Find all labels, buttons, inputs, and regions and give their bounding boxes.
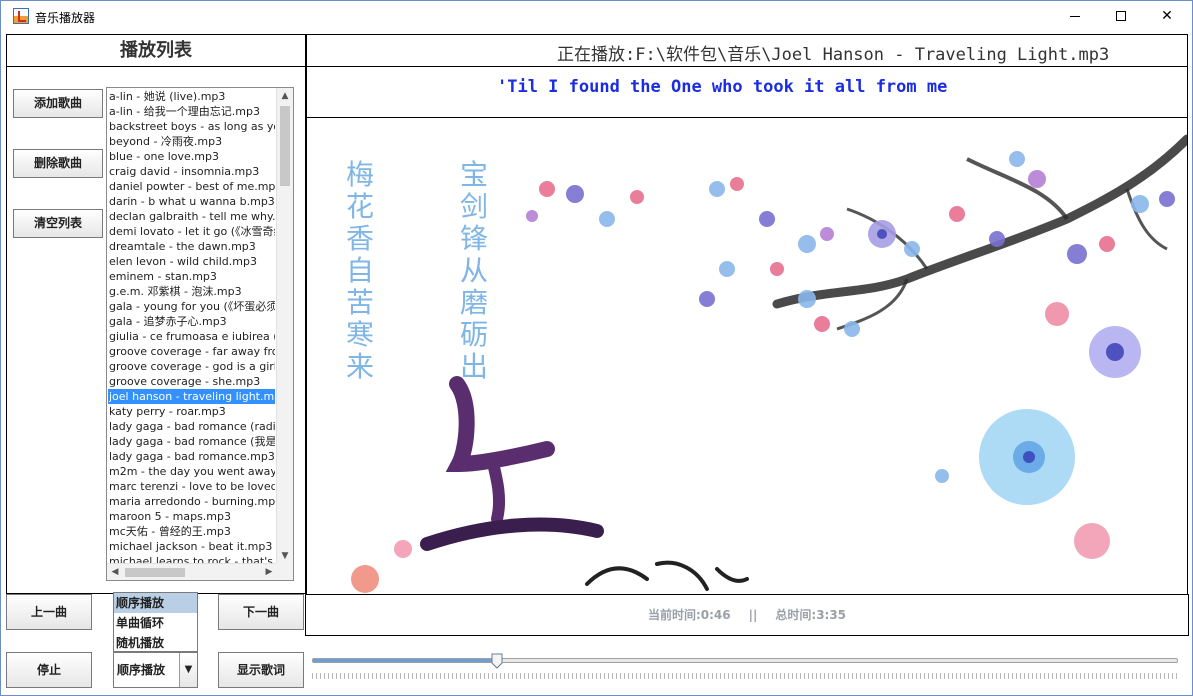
playlist-item[interactable]: blue - one love.mp3 bbox=[108, 149, 275, 164]
playlist-item[interactable]: craig david - insomnia.mp3 bbox=[108, 164, 275, 179]
playlist-item[interactable]: marc terenzi - love to be loved bbox=[108, 479, 275, 494]
playlist-item[interactable]: g.e.m. 邓紫棋 - 泡沫.mp3 bbox=[108, 284, 275, 299]
close-icon: ✕ bbox=[1161, 8, 1173, 24]
playlist-item[interactable]: gala - 追梦赤子心.mp3 bbox=[108, 314, 275, 329]
playlist-item[interactable]: declan galbraith - tell me why.mp3 bbox=[108, 209, 275, 224]
total-time: 3:35 bbox=[816, 608, 847, 622]
play-mode-option[interactable]: 顺序播放 bbox=[114, 593, 197, 613]
close-button[interactable]: ✕ bbox=[1144, 1, 1190, 31]
clear-list-button[interactable]: 清空列表 bbox=[13, 209, 103, 238]
play-mode-value: 顺序播放 bbox=[117, 663, 166, 677]
play-mode-combo[interactable]: 顺序播放 ▼ bbox=[113, 652, 198, 688]
show-lyrics-button[interactable]: 显示歌词 bbox=[218, 652, 304, 688]
java-icon bbox=[13, 8, 29, 24]
slider-ticks bbox=[312, 673, 1178, 679]
play-mode-option[interactable]: 随机播放 bbox=[114, 633, 197, 653]
playlist-item[interactable]: maroon 5 - maps.mp3 bbox=[108, 509, 275, 524]
time-display: 当前时间:0:46 || 总时间:3:35 bbox=[305, 594, 1189, 636]
current-time: 0:46 bbox=[700, 608, 731, 622]
stop-button[interactable]: 停止 bbox=[6, 652, 92, 688]
playlist-title: 播放列表 bbox=[7, 35, 305, 67]
album-artwork: 梅花香自苦寒来 宝剑锋从磨砺出 bbox=[307, 119, 1187, 594]
vertical-scroll-thumb[interactable] bbox=[280, 106, 290, 186]
player-panel: 正在播放:F:\软件包\音乐\Joel Hanson - Traveling L… bbox=[306, 34, 1188, 594]
playlist-item[interactable]: michael jackson - beat it.mp3 bbox=[108, 539, 275, 554]
playlist-item[interactable]: darin - b what u wanna b.mp3 bbox=[108, 194, 275, 209]
scroll-up-icon[interactable]: ▲ bbox=[277, 88, 293, 104]
now-playing-path: F:\软件包\音乐\Joel Hanson - Traveling Light.… bbox=[635, 45, 1110, 65]
play-mode-option[interactable]: 单曲循环 bbox=[114, 613, 197, 633]
chevron-down-icon[interactable]: ▼ bbox=[179, 653, 197, 687]
maximize-icon bbox=[1116, 11, 1126, 21]
playlist-item[interactable]: backstreet boys - as long as you love me… bbox=[108, 119, 275, 134]
add-song-button[interactable]: 添加歌曲 bbox=[13, 89, 103, 118]
minimize-button[interactable] bbox=[1052, 1, 1098, 31]
now-playing-label: 正在播放: bbox=[557, 45, 636, 65]
title-bar: 音乐播放器 ✕ bbox=[1, 1, 1192, 31]
playlist-item[interactable]: lady gaga - bad romance (radio bbox=[108, 419, 275, 434]
playlist-item[interactable]: groove coverage - god is a girl bbox=[108, 359, 275, 374]
horizontal-scrollbar[interactable]: ◀ ▶ bbox=[107, 563, 277, 580]
playlist-item[interactable]: a-lin - 她说 (live).mp3 bbox=[108, 89, 275, 104]
playlist-panel: 播放列表 添加歌曲 删除歌曲 清空列表 a-lin - 她说 (live).mp… bbox=[6, 34, 306, 594]
playlist-item[interactable]: joel hanson - traveling light.mp3 bbox=[108, 389, 275, 404]
progress-track[interactable] bbox=[312, 658, 1178, 663]
playlist-item[interactable]: giulia - ce frumoasa e iubirea ( bbox=[108, 329, 275, 344]
current-time-label: 当前时间: bbox=[647, 608, 701, 622]
play-mode-dropdown-list[interactable]: 顺序播放 单曲循环 随机播放 bbox=[113, 592, 198, 652]
playlist-item[interactable]: beyond - 冷雨夜.mp3 bbox=[108, 134, 275, 149]
playlist-item[interactable]: a-lin - 给我一个理由忘记.mp3 bbox=[108, 104, 275, 119]
window-title: 音乐播放器 bbox=[35, 11, 96, 25]
delete-song-button[interactable]: 删除歌曲 bbox=[13, 149, 103, 178]
playlist-item[interactable]: elen levon - wild child.mp3 bbox=[108, 254, 275, 269]
client-area: 播放列表 添加歌曲 删除歌曲 清空列表 a-lin - 她说 (live).mp… bbox=[5, 33, 1189, 695]
plum-blossom-painting bbox=[351, 134, 1187, 593]
maximize-button[interactable] bbox=[1098, 1, 1144, 31]
lyric-line: 'Til I found the One who took it all fro… bbox=[307, 68, 1187, 118]
playlist-item[interactable]: groove coverage - far away from home bbox=[108, 344, 275, 359]
playlist-item[interactable]: dreamtale - the dawn.mp3 bbox=[108, 239, 275, 254]
playlist-list[interactable]: a-lin - 她说 (live).mp3 a-lin - 给我一个理由忘记.mp… bbox=[106, 87, 294, 581]
progress-slider[interactable] bbox=[312, 649, 1182, 689]
time-separator: || bbox=[748, 608, 758, 622]
playlist-item[interactable]: m2m - the day you went away ( bbox=[108, 464, 275, 479]
playlist-items: a-lin - 她说 (live).mp3 a-lin - 给我一个理由忘记.mp… bbox=[108, 89, 275, 569]
now-playing-bar: 正在播放:F:\软件包\音乐\Joel Hanson - Traveling L… bbox=[307, 35, 1187, 67]
playlist-item[interactable]: lady gaga - bad romance (我是 bbox=[108, 434, 275, 449]
playlist-item[interactable]: groove coverage - she.mp3 bbox=[108, 374, 275, 389]
playlist-item[interactable]: maria arredondo - burning.mp3 bbox=[108, 494, 275, 509]
playlist-item[interactable]: mc天佑 - 曾经的王.mp3 bbox=[108, 524, 275, 539]
horizontal-scroll-thumb[interactable] bbox=[125, 568, 185, 577]
scroll-left-icon[interactable]: ◀ bbox=[107, 564, 123, 580]
scroll-corner bbox=[276, 563, 293, 580]
previous-track-button[interactable]: 上一曲 bbox=[6, 594, 92, 630]
vertical-scrollbar[interactable]: ▲ ▼ bbox=[276, 88, 293, 564]
app-window: 音乐播放器 ✕ 播放列表 添加歌曲 删除歌曲 清空列表 a-lin - 她说 (… bbox=[0, 0, 1193, 696]
playlist-item[interactable]: daniel powter - best of me.mp3 bbox=[108, 179, 275, 194]
scroll-down-icon[interactable]: ▼ bbox=[277, 548, 293, 564]
total-time-label: 总时间: bbox=[775, 608, 817, 622]
playlist-item[interactable]: katy perry - roar.mp3 bbox=[108, 404, 275, 419]
playlist-item[interactable]: demi lovato - let it go (《冰雪奇缘》 bbox=[108, 224, 275, 239]
progress-knob[interactable] bbox=[491, 653, 503, 669]
minimize-icon bbox=[1070, 15, 1080, 17]
next-track-button[interactable]: 下一曲 bbox=[218, 594, 304, 630]
scroll-right-icon[interactable]: ▶ bbox=[261, 564, 277, 580]
playlist-item[interactable]: gala - young for you (《坏蛋必须死》 bbox=[108, 299, 275, 314]
progress-fill bbox=[313, 659, 499, 662]
playlist-item[interactable]: eminem - stan.mp3 bbox=[108, 269, 275, 284]
playlist-item[interactable]: lady gaga - bad romance.mp3 bbox=[108, 449, 275, 464]
